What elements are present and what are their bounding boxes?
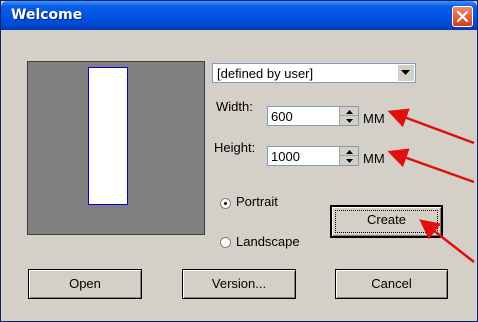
focus-indicator	[335, 210, 438, 233]
arrow-down-icon	[346, 159, 353, 163]
landscape-label[interactable]: Landscape	[236, 234, 300, 249]
page-preview-sheet	[88, 67, 128, 205]
landscape-radio[interactable]	[220, 237, 231, 248]
page-size-select[interactable]: [defined by user]	[212, 63, 416, 83]
arrow-down-icon	[346, 119, 353, 123]
cancel-button[interactable]: Cancel	[335, 269, 448, 299]
chevron-down-icon	[401, 70, 410, 75]
height-label: Height:	[214, 140, 256, 155]
arrow-up-icon	[346, 110, 353, 114]
dropdown-button[interactable]	[398, 65, 414, 81]
version-button-label: Version...	[211, 276, 267, 291]
radio-selected-dot	[224, 202, 227, 205]
welcome-dialog: Welcome [defined by user] Width: 600 MM …	[0, 0, 478, 322]
page-size-selected: [defined by user]	[217, 66, 314, 81]
create-button[interactable]: Create	[330, 205, 443, 238]
height-unit: MM	[363, 151, 385, 166]
width-label: Width:	[216, 99, 253, 114]
height-spinner[interactable]	[339, 147, 358, 165]
page-preview	[27, 61, 205, 235]
width-spin-down-button[interactable]	[340, 116, 358, 125]
portrait-radio[interactable]	[220, 198, 231, 209]
version-button[interactable]: Version...	[182, 269, 296, 299]
width-spin-up-button[interactable]	[340, 107, 358, 116]
height-input[interactable]: 1000	[267, 146, 359, 166]
height-spin-up-button[interactable]	[340, 147, 358, 156]
width-unit: MM	[363, 111, 385, 126]
title-bar[interactable]: Welcome	[1, 1, 477, 30]
height-spin-down-button[interactable]	[340, 156, 358, 165]
width-input[interactable]: 600	[267, 106, 359, 126]
cancel-button-label: Cancel	[371, 276, 412, 291]
close-button[interactable]	[452, 6, 473, 27]
open-button[interactable]: Open	[28, 269, 142, 299]
open-button-label: Open	[69, 276, 101, 291]
height-value: 1000	[271, 149, 300, 164]
arrow-up-icon	[346, 150, 353, 154]
portrait-label[interactable]: Portrait	[236, 194, 278, 209]
close-icon	[456, 10, 469, 23]
width-value: 600	[271, 109, 293, 124]
width-spinner[interactable]	[339, 107, 358, 125]
window-title: Welcome	[11, 7, 83, 23]
